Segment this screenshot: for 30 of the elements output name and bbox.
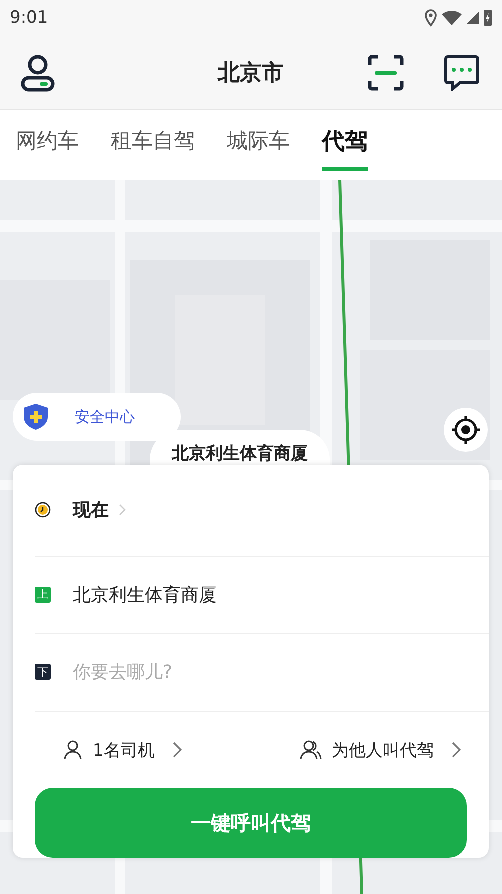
safety-center-button[interactable]: 安全中心 [13, 393, 181, 441]
pickup-field[interactable]: 北京利生体育商厦 [73, 584, 433, 606]
status-time: 9:01 [10, 8, 48, 28]
signal-icon [467, 12, 479, 24]
message-icon[interactable] [444, 54, 480, 90]
service-tab[interactable]: 城际车 [227, 121, 290, 169]
city-title[interactable]: 北京市 [218, 58, 284, 88]
service-tab[interactable]: 网约车 [16, 121, 79, 169]
locate-icon [452, 416, 480, 444]
service-tab[interactable]: 代驾 [322, 120, 368, 170]
time-selector[interactable]: 现在 [73, 498, 126, 522]
clock-icon [35, 502, 51, 518]
chevron-icon [452, 742, 461, 758]
battery-icon [484, 10, 492, 26]
location-icon [425, 9, 437, 27]
service-tab[interactable]: 租车自驾 [111, 121, 195, 169]
profile-icon[interactable] [20, 54, 56, 92]
chevron-icon [119, 504, 126, 516]
shield-icon [23, 403, 49, 431]
wifi-icon [442, 10, 462, 26]
dropoff-badge: 下 [35, 664, 51, 680]
scan-icon[interactable] [368, 54, 404, 90]
safety-center-label: 安全中心 [75, 408, 135, 426]
option-button[interactable]: 为他人叫代驾 [300, 738, 461, 762]
people-icon [300, 740, 322, 760]
chevron-icon [172, 742, 182, 758]
option-button[interactable]: 1名司机 [63, 738, 182, 762]
person-icon [63, 740, 83, 760]
pickup-badge: 上 [35, 586, 51, 603]
destination-field[interactable]: 你要去哪儿? [73, 662, 433, 683]
